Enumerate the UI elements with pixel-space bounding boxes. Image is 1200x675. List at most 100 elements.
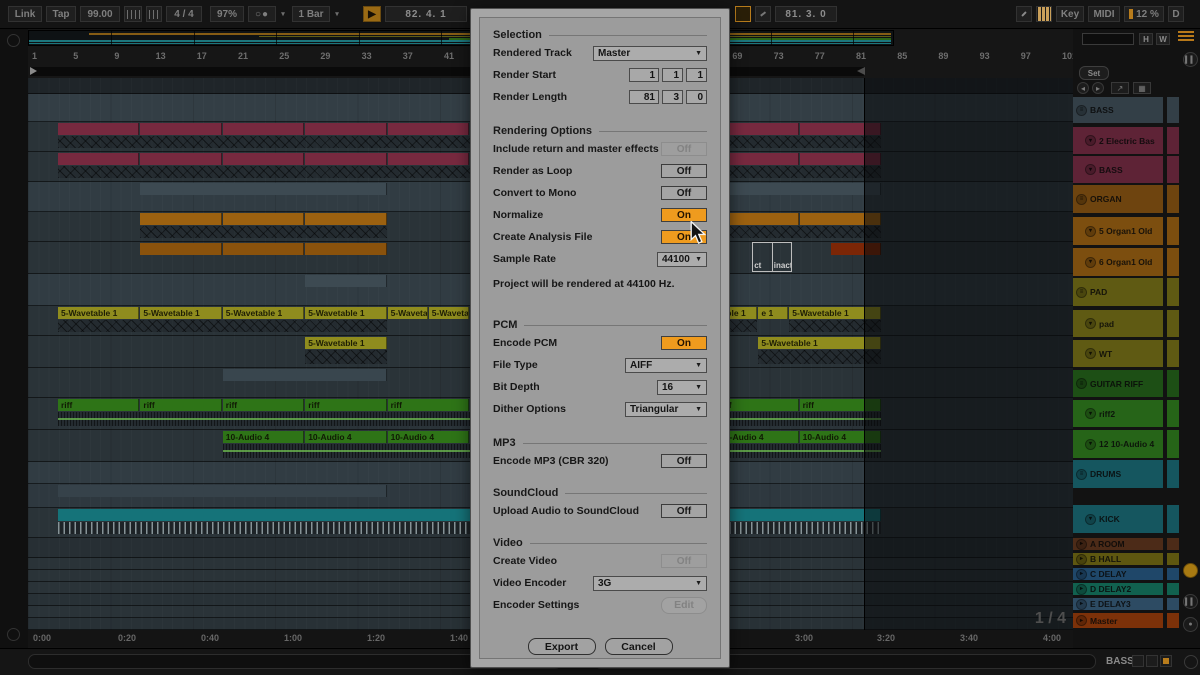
expand-icon[interactable]: ↗ (1111, 82, 1129, 94)
rendered-track-dropdown[interactable]: Master▼ (593, 46, 707, 61)
metronome-button[interactable]: ○● (248, 6, 276, 22)
track-header-bass[interactable]: ▾BASS (1073, 156, 1163, 183)
clip-5-wavetable-1[interactable]: 5-Wavetable 1 (305, 337, 386, 349)
clip[interactable] (305, 243, 386, 255)
group-fold-icon[interactable]: ≡ (1076, 378, 1087, 389)
clip-riff[interactable]: riff (140, 399, 221, 411)
loop-length-field[interactable]: 81. 3. 0 (775, 6, 837, 22)
render-as-loop-toggle[interactable]: Off (661, 164, 707, 178)
clip[interactable] (223, 213, 304, 225)
gutter-bottom-icon[interactable] (7, 628, 20, 641)
tap-tempo-button[interactable]: Tap (46, 6, 76, 22)
clip[interactable] (388, 123, 469, 135)
clip-riff[interactable]: riff (58, 399, 139, 411)
cancel-button[interactable]: Cancel (605, 638, 673, 655)
clip[interactable] (388, 153, 469, 165)
clip[interactable] (140, 243, 221, 255)
clip[interactable] (140, 183, 386, 195)
clip-10-audio-4[interactable]: 10-Audio 4 (223, 431, 304, 443)
track-header-guitar-riff[interactable]: ≡GUITAR RIFF (1073, 370, 1163, 397)
nudge-down-button[interactable] (124, 6, 142, 22)
play-icon[interactable]: ▸ (1076, 539, 1087, 550)
scrub-icon[interactable] (7, 34, 20, 47)
computer-midi-keyboard-icon[interactable] (1036, 6, 1052, 22)
nudge-up-button[interactable] (146, 6, 162, 22)
clip[interactable] (140, 153, 221, 165)
clip-5-waveta[interactable]: 5-Waveta (429, 307, 469, 319)
clip-10-audio-4[interactable]: 10-Audio 4 (388, 431, 469, 443)
upload-soundcloud-toggle[interactable]: Off (661, 504, 707, 518)
track-header-5-organ1-old[interactable]: ▾5 Organ1 Old (1073, 217, 1163, 245)
automation-mode-button[interactable] (755, 6, 771, 22)
convert-to-mono-toggle[interactable]: Off (661, 186, 707, 200)
clip-riff[interactable]: riff (388, 399, 469, 411)
clip-5-wavetable-1[interactable]: 5-Wavetable 1 (140, 307, 221, 319)
clip[interactable] (140, 213, 221, 225)
track-header-pad[interactable]: ▾pad (1073, 310, 1163, 337)
play-icon[interactable]: ▸ (1076, 615, 1087, 626)
export-button[interactable]: Export (528, 638, 596, 655)
monitor-icon-3[interactable] (1160, 655, 1172, 667)
video-encoder-dropdown[interactable]: 3G▼ (593, 576, 707, 591)
unfold-icon[interactable]: ▾ (1085, 164, 1096, 175)
clip[interactable] (305, 153, 386, 165)
draw-mode-icon[interactable] (1016, 6, 1032, 22)
pause-icon[interactable]: ▍▍ (1183, 594, 1198, 609)
clip[interactable] (58, 123, 139, 135)
track-height-button[interactable]: H (1139, 33, 1153, 45)
encode-mp3-toggle[interactable]: Off (661, 454, 707, 468)
clip[interactable] (305, 123, 386, 135)
play-icon[interactable]: ▸ (1076, 599, 1087, 610)
hamburger-menu-icon[interactable] (1178, 31, 1194, 43)
clip-5-wavetable-1[interactable]: 5-Wavetable 1 (223, 307, 304, 319)
track-header-wt[interactable]: ▾WT (1073, 340, 1163, 367)
render-start-sixteenths[interactable]: 1 (686, 68, 707, 82)
monitor-icon-1[interactable] (1132, 655, 1144, 667)
render-length-sixteenths[interactable]: 0 (686, 90, 707, 104)
follow-button[interactable]: ▶ (363, 6, 381, 22)
render-start-beats[interactable]: 1 (662, 68, 683, 82)
arrangement-position-field[interactable]: 82. 4. 1 (385, 6, 467, 22)
group-fold-icon[interactable]: ≡ (1076, 105, 1087, 116)
status-circle-icon[interactable] (1184, 655, 1198, 669)
record-arm-icon[interactable] (1183, 563, 1198, 578)
track-header-6-organ1-old[interactable]: ▾6 Organ1 Old (1073, 248, 1163, 276)
unfold-icon[interactable]: ▾ (1085, 318, 1096, 329)
clip[interactable] (223, 123, 304, 135)
group-fold-icon[interactable]: ≡ (1076, 287, 1087, 298)
clip-5-wavetable-1[interactable]: 5-Wavetable 1 (758, 337, 881, 349)
clip[interactable] (305, 275, 386, 287)
clip[interactable] (223, 153, 304, 165)
track-header-riff2[interactable]: ▾riff2 (1073, 400, 1163, 427)
track-header-12-10-audio-4[interactable]: ▾12 10-Audio 4 (1073, 430, 1163, 458)
time-signature-field[interactable]: 4 / 4 (166, 6, 202, 22)
track-header-pad[interactable]: ≡PAD (1073, 278, 1163, 306)
group-fold-icon[interactable]: ≡ (1076, 469, 1087, 480)
quantization-menu[interactable]: 1 Bar (292, 6, 330, 22)
track-header-2-electric-bas[interactable]: ▾2 Electric Bas (1073, 127, 1163, 154)
unfold-icon[interactable]: ▾ (1085, 226, 1096, 237)
clip-riff[interactable]: riff (305, 399, 386, 411)
render-length-beats[interactable]: 3 (662, 90, 683, 104)
clip[interactable] (58, 485, 387, 497)
return-track-header-master[interactable]: ▸Master (1073, 613, 1163, 628)
quantization-menu-caret[interactable]: ▾ (332, 6, 342, 22)
normalize-toggle[interactable]: On (661, 208, 707, 222)
clip[interactable] (223, 369, 387, 381)
clip[interactable] (223, 243, 304, 255)
play-icon[interactable]: ▸ (1076, 584, 1087, 595)
forward-arrow-icon[interactable]: ▸ (1092, 82, 1104, 94)
selected-clip-outline[interactable]: ctinact (752, 242, 792, 272)
tempo-field[interactable]: 99.00 (80, 6, 120, 22)
clip[interactable] (305, 213, 386, 225)
arrangement-loop-region[interactable] (30, 67, 864, 76)
clip-5-wavetable-1[interactable]: 5-Wavetable 1 (58, 307, 139, 319)
encode-pcm-toggle[interactable]: On (661, 336, 707, 350)
track-header-organ[interactable]: ≡ORGAN (1073, 185, 1163, 213)
play-icon[interactable]: ▸ (1076, 554, 1087, 565)
unfold-icon[interactable]: ▾ (1085, 514, 1096, 525)
monitor-icon-2[interactable] (1146, 655, 1158, 667)
render-start-bars[interactable]: 1 (629, 68, 659, 82)
return-track-header-b-hall[interactable]: ▸B HALL (1073, 553, 1163, 565)
lock-icon[interactable]: ▦ (1133, 82, 1151, 94)
